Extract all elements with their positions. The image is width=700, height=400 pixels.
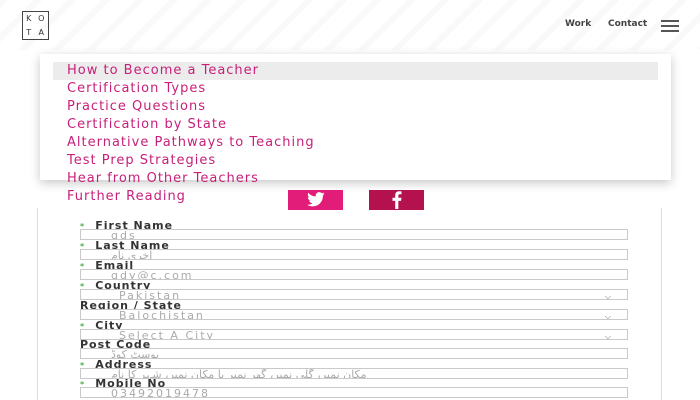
twitter-share-button[interactable] <box>288 190 343 210</box>
city-select[interactable]: Select A City ⌵ <box>80 329 628 340</box>
menu-item-alternative-pathways[interactable]: Alternative Pathways to Teaching <box>67 134 315 152</box>
menu-item-practice-questions[interactable]: Practice Questions <box>67 98 206 116</box>
chevron-down-icon: ⌵ <box>604 312 613 320</box>
last-name-input[interactable]: اخری نام <box>80 249 628 260</box>
email-input[interactable]: gdy@c.com <box>80 269 628 280</box>
twitter-icon <box>306 192 325 207</box>
nav-contact-link[interactable]: Contact <box>608 19 647 29</box>
top-bar: K O T A Work Contact <box>0 0 700 50</box>
menu-item-certification-types[interactable]: Certification Types <box>67 80 206 98</box>
logo-letter: T <box>26 27 33 37</box>
menu-item-further-reading[interactable]: Further Reading <box>67 188 186 206</box>
logo-letter: A <box>38 27 45 37</box>
menu-item-certification-by-state[interactable]: Certification by State <box>67 116 227 134</box>
chevron-down-icon: ⌵ <box>604 292 613 300</box>
nav-work-link[interactable]: Work <box>565 19 591 29</box>
menu-item-hear-from-other-teachers[interactable]: Hear from Other Teachers <box>67 170 259 188</box>
menu-item-test-prep-strategies[interactable]: Test Prep Strategies <box>67 152 216 170</box>
logo-letter: O <box>38 14 46 23</box>
region-select[interactable]: Balochistan ⌵ <box>80 309 628 320</box>
logo-letter: K <box>26 14 33 23</box>
region-value: Balochistan <box>119 309 205 320</box>
facebook-icon <box>392 191 401 209</box>
chevron-down-icon: ⌵ <box>604 332 613 340</box>
post-code-input[interactable]: پوسٹ کوڈ <box>80 348 628 359</box>
mobile-input[interactable]: 03492019478 <box>80 387 628 398</box>
kota-logo[interactable]: K O T A <box>22 11 49 40</box>
hamburger-menu-icon[interactable] <box>661 20 679 32</box>
facebook-share-button[interactable] <box>369 190 424 210</box>
menu-item-how-to-become-a-teacher[interactable]: How to Become a Teacher <box>53 62 658 80</box>
